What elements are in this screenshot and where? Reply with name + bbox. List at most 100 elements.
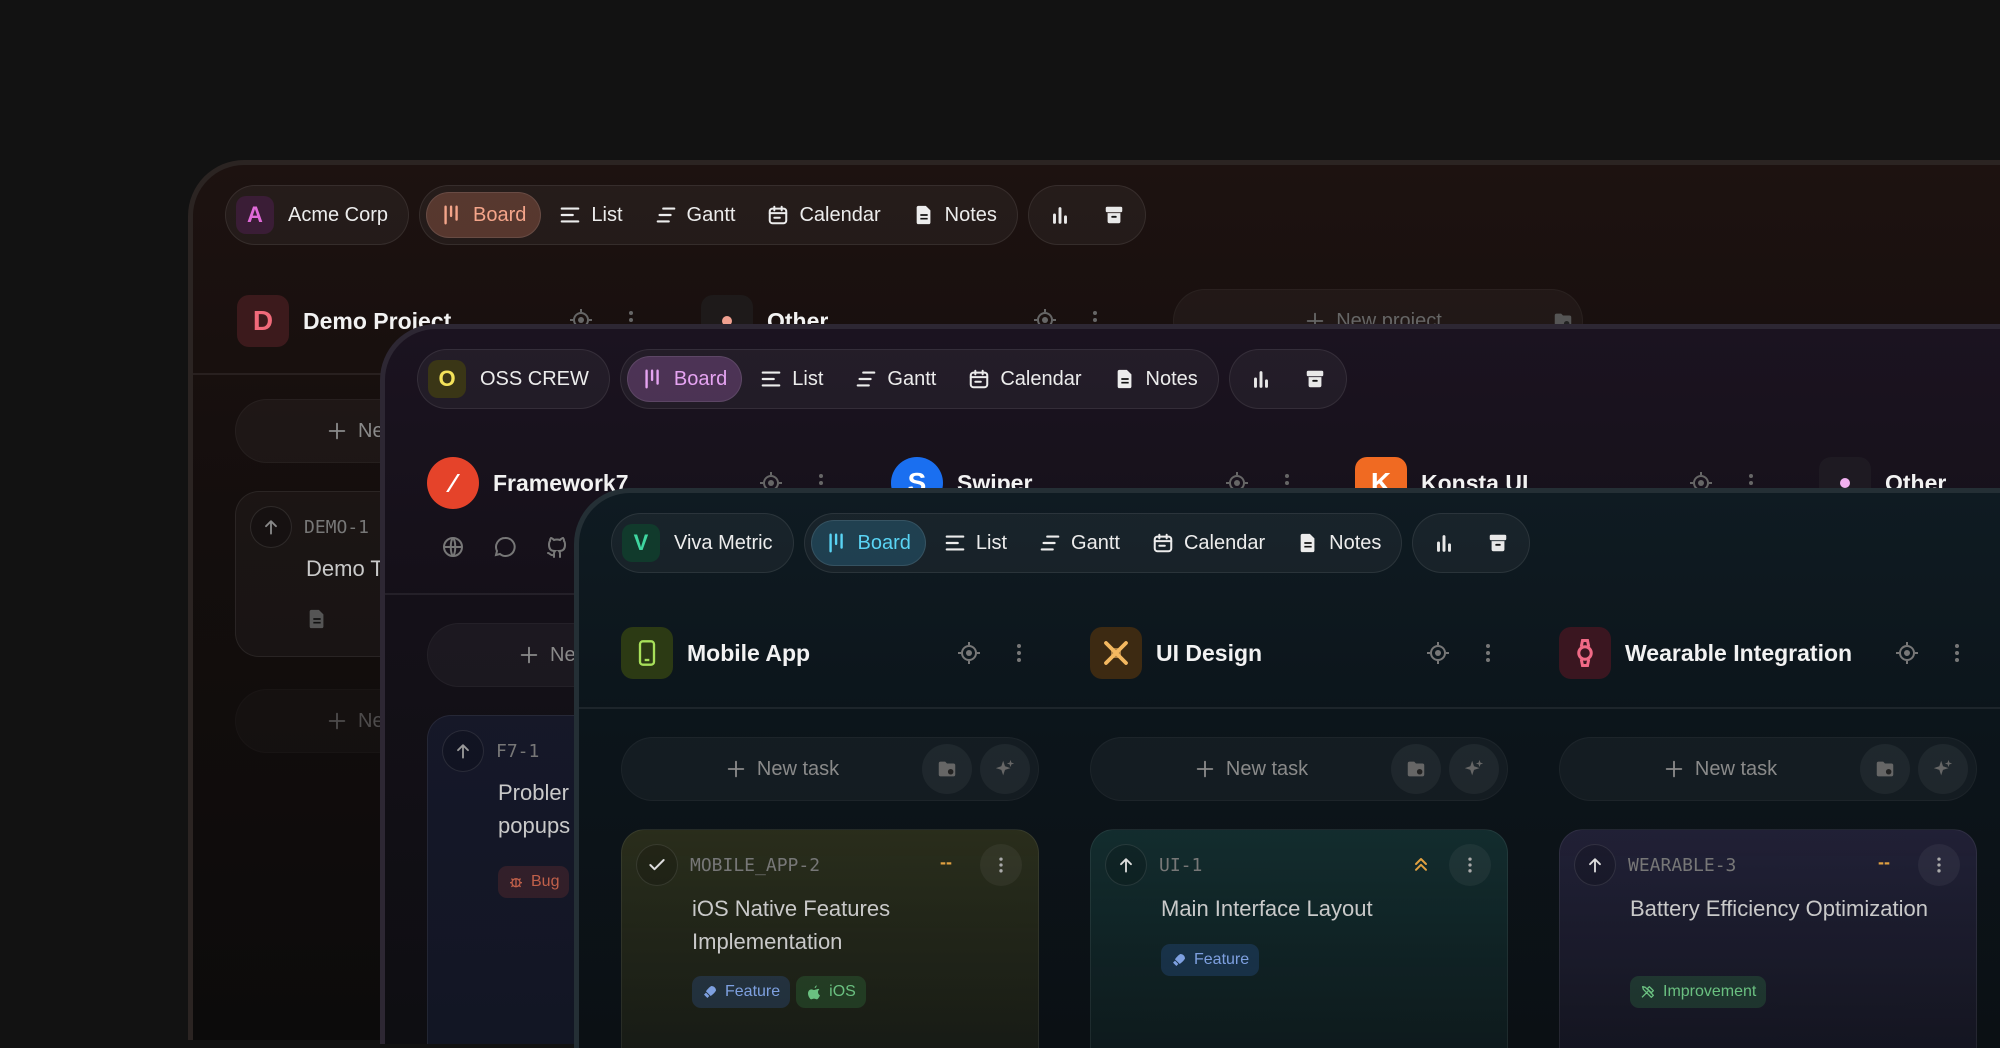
tab-list[interactable]: List [930,520,1021,566]
tab-gantt[interactable]: Gantt [1025,520,1134,566]
card-header: F7-1 [442,730,539,772]
divider [579,707,2000,709]
ai-button[interactable] [1449,744,1499,794]
project-tools [1426,641,1500,665]
stats-button[interactable] [1035,192,1085,238]
tag-label: Feature [1194,951,1250,968]
task-title: Battery Efficiency Optimization [1630,896,1928,921]
tab-board[interactable]: Board [426,192,542,238]
new-task-button[interactable]: New task [1559,737,1977,801]
new-task-button[interactable]: New task [621,737,1039,801]
list-icon [760,368,782,390]
tag-bug: Bug [498,866,570,898]
new-task-label: New task [1580,758,1860,781]
focus-icon[interactable] [957,641,981,665]
chart-icon [1433,532,1455,554]
status-button[interactable] [250,506,292,548]
new-task-text: Ne [550,643,576,666]
workspace-name: OSS CREW [480,367,589,390]
view-tabs: Board List Gantt Calendar Notes [619,349,1219,409]
task-card[interactable]: WEARABLE-3 -- Battery Efficiency Optimiz… [1559,829,1977,1048]
tag-label: Bug [531,873,560,890]
archive-button[interactable] [1473,520,1523,566]
more-icon [1929,855,1949,875]
archive-button[interactable] [1089,192,1139,238]
tab-gantt-label: Gantt [1071,531,1120,554]
plus-icon [725,758,747,780]
project-tools [1895,641,1969,665]
tag-ios: iOS [796,976,866,1008]
focus-icon[interactable] [1895,641,1919,665]
ai-button[interactable] [980,744,1030,794]
view-tabs: Board List Gantt Calendar Notes [419,185,1018,245]
plus-icon [326,420,348,442]
list-icon [559,204,581,226]
more-icon[interactable] [1945,641,1969,665]
project-header-wearable[interactable]: Wearable Integration [1559,627,1852,679]
workspace-badge: O [428,360,466,398]
stats-button[interactable] [1419,520,1469,566]
tab-list[interactable]: List [545,192,636,238]
task-title-line1: Probler [498,780,569,805]
tab-list[interactable]: List [746,356,837,402]
tab-gantt-label: Gantt [686,203,736,226]
project-header-mobile-app[interactable]: Mobile App [621,627,810,679]
tab-gantt[interactable]: Gantt [641,192,750,238]
plus-icon [1194,758,1216,780]
task-card[interactable]: UI-1 Main Interface Layout Feature [1090,829,1508,1048]
tab-calendar-label: Calendar [1000,367,1082,390]
bug-icon [508,874,524,890]
workspace-switcher[interactable]: O OSS CREW [417,349,610,409]
tab-notes[interactable]: Notes [1100,356,1212,402]
workspace-switcher[interactable]: V Viva Metric [611,513,794,573]
template-button[interactable] [1860,744,1910,794]
archive-button[interactable] [1290,356,1340,402]
board-icon [441,204,463,226]
chat-icon[interactable] [493,535,517,559]
tab-notes-label: Notes [944,203,997,226]
template-button[interactable] [922,744,972,794]
tab-gantt[interactable]: Gantt [841,356,950,402]
focus-icon[interactable] [1426,641,1450,665]
priority-high-icon [1411,854,1431,874]
card-more-button[interactable] [1918,844,1960,886]
task-card[interactable]: MOBILE_APP-2 -- iOS Native Features Impl… [621,829,1039,1048]
status-button[interactable] [1574,844,1616,886]
tab-calendar[interactable]: Calendar [1138,520,1279,566]
project-badge: D [237,295,289,347]
priority-indicator: -- [940,852,952,872]
tab-notes[interactable]: Notes [1283,520,1395,566]
more-icon[interactable] [1476,641,1500,665]
card-header: MOBILE_APP-2 [636,844,820,886]
sparkle-icon [1932,758,1954,780]
tab-board[interactable]: Board [626,356,743,402]
tab-calendar[interactable]: Calendar [954,356,1095,402]
card-more-button[interactable] [980,844,1022,886]
plus-icon [518,644,540,666]
status-button[interactable] [442,730,484,772]
tab-calendar[interactable]: Calendar [753,192,894,238]
ai-button[interactable] [1918,744,1968,794]
workspace-switcher[interactable]: A Acme Corp [225,185,410,245]
status-button[interactable] [1105,844,1147,886]
status-button[interactable] [636,844,678,886]
project-header-ui-design[interactable]: UI Design [1090,627,1262,679]
notes-icon [1297,532,1319,554]
tab-board[interactable]: Board [810,520,926,566]
arrow-up-icon [1116,855,1136,875]
task-code: MOBILE_APP-2 [690,854,821,876]
github-icon[interactable] [545,535,569,559]
card-more-button[interactable] [1449,844,1491,886]
stats-button[interactable] [1236,356,1286,402]
globe-icon[interactable] [441,535,465,559]
sparkle-icon [994,758,1016,780]
list-icon [944,532,966,554]
template-button[interactable] [1391,744,1441,794]
tab-notes[interactable]: Notes [899,192,1011,238]
project-badge [1090,627,1142,679]
tag-feature: Feature [1161,944,1260,976]
more-icon[interactable] [1007,641,1031,665]
more-icon [1460,855,1480,875]
new-task-text: New task [1225,757,1309,780]
new-task-button[interactable]: New task [1090,737,1508,801]
